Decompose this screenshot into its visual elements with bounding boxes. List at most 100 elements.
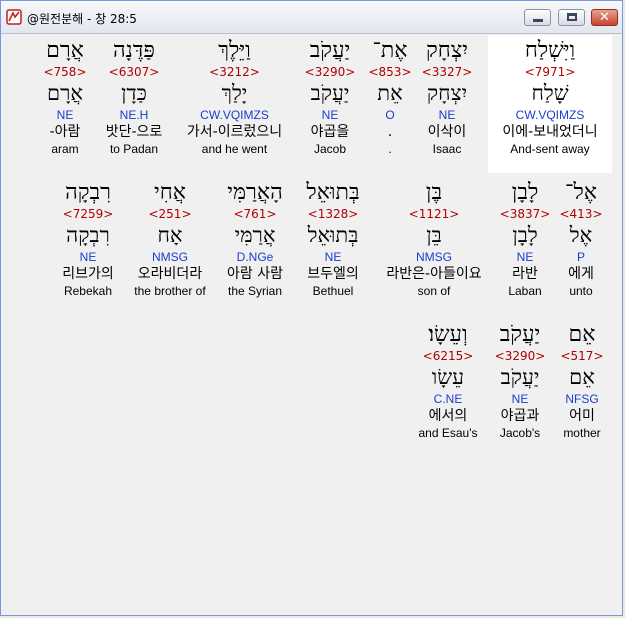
morphology-code: NE [516,250,534,264]
hebrew-lemma: יִצְחָק [426,81,468,105]
korean-gloss: 이에-보내었더니 [502,124,598,140]
strong-number: <413> [559,207,603,221]
word-cell[interactable]: אֲרָם <758> אֲרָם NE -아람 aram [37,37,93,157]
hebrew-lemma: אֶל [569,223,593,247]
interlinear-window: @원전분해 - 창 28:5 ✕ וַיִּשְׁלַח <7971> שָׁל… [0,0,623,616]
korean-gloss: 에서의 [428,408,468,424]
hebrew-lemma: יַעֲקֹב [310,81,350,105]
strong-number: <758> [43,65,87,79]
korean-gloss: 아람 사람 [227,266,283,282]
hebrew-word: וְעֵשָׂו׃ [428,322,468,347]
korean-gloss: 라반은-아들이요 [386,266,482,282]
korean-gloss: 라반 [512,266,538,282]
english-gloss: aram [51,142,79,156]
english-gloss: . [388,142,392,156]
word-cell[interactable]: יַעֲקֹב <3290> יַעֲקֹב NE 야곱을 Jacob [295,37,365,157]
word-cell[interactable]: וַיֵּלֶךְ <3212> יָלַךְ CW.VQIMZS 가서-이르렀… [177,37,292,157]
korean-gloss: . [387,124,393,140]
english-gloss: mother [563,426,601,440]
strong-number: <3837> [499,207,551,221]
morphology-code: C.NE [433,392,463,406]
minimize-button[interactable] [524,9,551,26]
english-gloss: And-sent away [510,142,590,156]
hebrew-lemma: אֲרַמִּי [234,223,276,247]
word-cell[interactable]: יַעֲקֹב <3290> יַעֲקֹב NE 야곱과 Jacob's [489,321,551,441]
morphology-code: D.NGe [236,250,274,264]
hebrew-lemma: כַּדָן [121,81,147,105]
word-cell[interactable]: אֶת־ <853> אֵת O . . [367,37,413,157]
strong-number: <7259> [62,207,114,221]
hebrew-word: לָבָן [511,180,539,205]
korean-gloss: -아람 [49,124,81,140]
korean-gloss: 야곱을 [310,124,350,140]
morphology-code: NE [324,250,342,264]
hebrew-lemma: אָח [157,223,183,247]
korean-gloss: 오라비더라 [137,266,203,282]
strong-number: <251> [148,207,192,221]
maximize-icon [567,13,577,21]
morphology-code: O [385,108,395,122]
english-gloss: the brother of [134,284,206,298]
strong-number: <3290> [304,65,356,79]
english-gloss: Bethuel [312,284,354,298]
word-cell[interactable]: אֲחִי <251> אָח NMSG 오라비더라 the brother o… [125,179,215,299]
english-gloss: Jacob's [499,426,541,440]
strong-number: <6215> [422,349,474,363]
close-button[interactable]: ✕ [591,9,618,26]
strong-number: <3290> [494,349,546,363]
strong-number: <7971> [524,65,576,79]
hebrew-word: הָאֲרַמִּי [227,180,283,205]
english-gloss: Jacob [313,142,347,156]
hebrew-lemma: אֵם [569,365,595,389]
english-gloss: to Padan [109,142,159,156]
korean-gloss: 이삭이 [427,124,467,140]
close-icon: ✕ [599,10,610,25]
word-cell[interactable]: וְעֵשָׂו׃ <6215> עֵשָׂו C.NE 에서의 and Esa… [413,321,483,441]
hebrew-word: אֶל־ [565,180,597,205]
word-cell[interactable]: אֵם <517> אֵם NFSG 어미 mother [557,321,607,441]
window-title: @원전분해 - 창 28:5 [27,12,137,26]
english-gloss: son of [417,284,451,298]
word-cell[interactable]: פַּדֶּנָה <6307> כַּדָן NE.H 밧단-으로 to Pa… [97,37,171,157]
title-bar[interactable]: @원전분해 - 창 28:5 ✕ [1,1,622,34]
morphology-code: NE [79,250,97,264]
korean-gloss: 가서-이르렀으니 [186,124,283,140]
strong-number: <1121> [408,207,460,221]
maximize-button[interactable] [558,9,585,26]
morphology-code: P [576,250,585,264]
hebrew-word: בְּתוּאֵל [306,180,360,205]
hebrew-lemma: בְּתוּאֵל [307,223,359,247]
word-cell[interactable]: יִצְחָק <3327> יִצְחָק NE 이삭이 Isaac [412,37,482,157]
morphology-code: CW.VQIMZS [515,108,585,122]
word-cell[interactable]: בֶּן <1121> בֵּן NMSG 라반은-아들이요 son of [375,179,493,299]
strong-number: <761> [233,207,277,221]
morphology-code: NMSG [152,250,188,264]
strong-number: <1328> [307,207,359,221]
korean-gloss: 밧단-으로 [105,124,163,140]
morphology-code: NE.H [119,108,149,122]
word-cell[interactable]: וַיִּשְׁלַח <7971> שָׁלַח CW.VQIMZS 이에-보… [491,37,609,157]
hebrew-word: אֲחִי [154,180,186,205]
hebrew-lemma: לָבָן [512,223,538,247]
hebrew-lemma: שָׁלַח [531,81,569,105]
hebrew-word: אֲרָם [46,38,84,63]
word-cell[interactable]: אֶל־ <413> אֶל P 에게 unto [559,179,603,299]
hebrew-word: יִצְחָק [425,38,469,63]
hebrew-word: יַעֲקֹב [309,38,351,63]
morphology-code: NE [321,108,339,122]
hebrew-word: רִבְקָה [65,180,111,205]
morphology-code: NE [511,392,529,406]
morphology-code: NMSG [416,250,452,264]
word-cell[interactable]: רִבְקָה <7259> רִבְקָה NE 리브가의 Rebekah [53,179,123,299]
hebrew-word: יַעֲקֹב [499,322,541,347]
korean-gloss: 어미 [569,408,595,424]
hebrew-lemma: רִבְקָה [66,223,110,247]
hebrew-word: וַיִּשְׁלַח [524,38,576,63]
morphology-code: CW.VQIMZS [200,108,269,122]
strong-number: <3212> [209,65,260,79]
strong-number: <3327> [421,65,473,79]
hebrew-lemma: אֲרָם [46,81,84,105]
word-cell[interactable]: בְּתוּאֵל <1328> בְּתוּאֵל NE 브두엘의 Bethu… [297,179,369,299]
word-cell[interactable]: הָאֲרַמִּי <761> אֲרַמִּי D.NGe 아람 사람 th… [217,179,293,299]
word-cell[interactable]: לָבָן <3837> לָבָן NE 라반 Laban [497,179,553,299]
